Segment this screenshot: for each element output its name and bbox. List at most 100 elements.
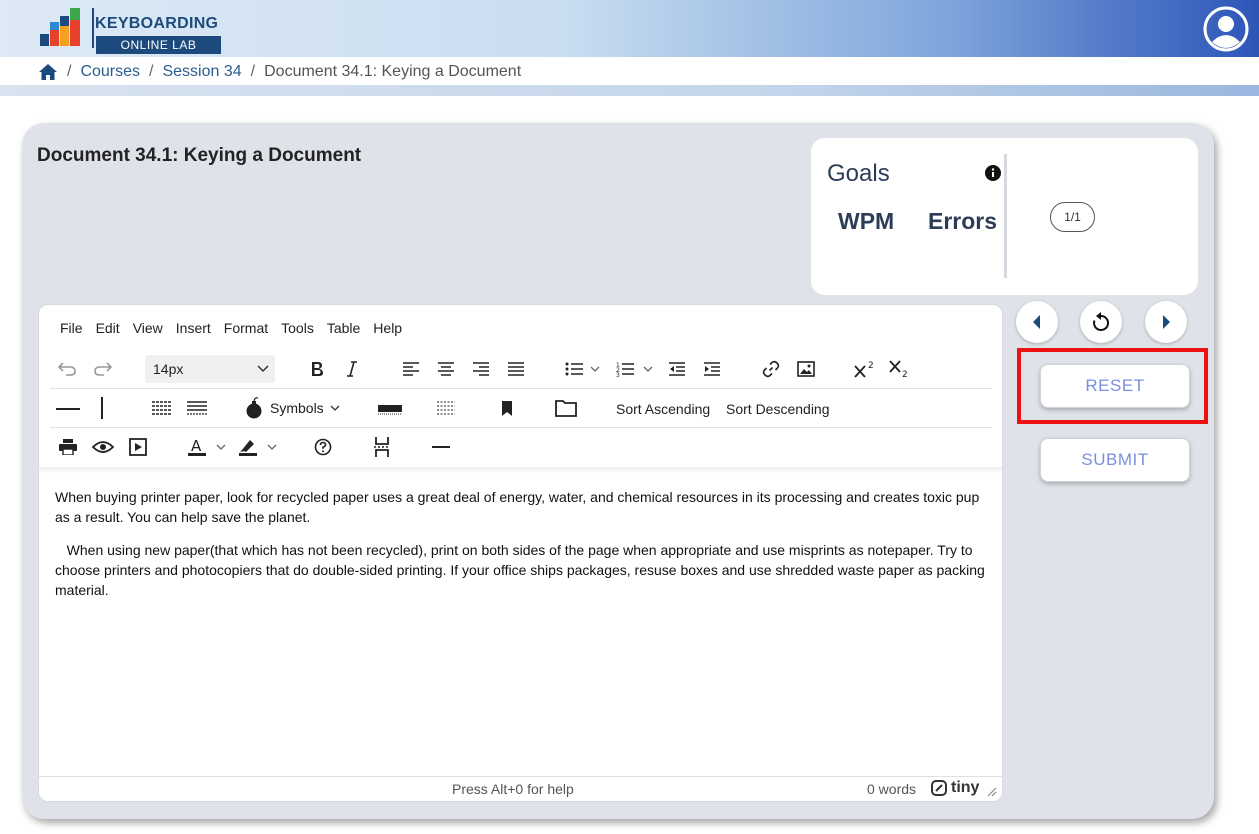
italic-icon [347,361,357,377]
lines-icon [187,401,207,415]
folder-button[interactable] [554,397,578,419]
chevron-down-icon [330,405,340,411]
content-paragraph: When buying printer paper, look for recy… [55,489,980,525]
link-icon [762,360,780,378]
preview-button[interactable] [91,436,115,458]
menu-file[interactable]: File [60,320,83,336]
bold-icon [312,362,323,376]
border-icon [378,405,402,415]
breadcrumb-courses[interactable]: Courses [80,63,140,81]
dotted-grid-icon [437,401,455,415]
vertical-line-icon [101,397,103,419]
play-icon [129,438,147,456]
superscript-button[interactable]: 2 [854,358,876,380]
help-icon [314,438,332,456]
outdent-button[interactable] [666,358,688,380]
breadcrumb-current: Document 34.1: Keying a Document [264,63,522,80]
caret-left-icon [1033,315,1040,329]
menu-help[interactable]: Help [373,320,402,336]
align-left-button[interactable] [400,358,422,380]
page-indicator: 1/1 [1050,202,1095,232]
goals-wpm-label: WPM [838,208,895,234]
tiny-brand-link[interactable]: tiny [931,779,979,797]
sort-ascending-button[interactable]: Sort Ascending [616,401,710,417]
next-button[interactable] [1145,301,1187,343]
link-button[interactable] [760,358,782,380]
italic-button[interactable] [341,358,363,380]
page-split-icon [374,437,390,457]
toolbar-divider [50,388,992,389]
text-color-button[interactable]: A [186,436,230,458]
justify-button[interactable] [505,358,527,380]
logo-divider [92,8,94,48]
page-break-icon [152,401,172,415]
user-avatar-icon[interactable] [1203,6,1249,52]
media-button[interactable] [127,436,149,458]
bullet-list-icon [565,362,600,376]
goals-divider [1004,154,1007,278]
nonbreaking-button[interactable] [185,398,209,418]
highlight-color-button[interactable] [237,436,281,458]
table-border-button[interactable] [378,398,402,418]
brand-line1: KEYBOARDING [95,15,219,32]
menu-tools[interactable]: Tools [281,320,314,336]
bold-button[interactable] [306,358,328,380]
symbols-label: Symbols [270,400,324,416]
logo-bars-icon [40,8,80,46]
bookmark-icon [502,400,512,416]
outdent-icon [669,362,685,376]
help-hint: Press Alt+0 for help [452,781,574,797]
subscript-button[interactable]: 2 [889,358,911,380]
brand-line2: ONLINE LAB [96,36,221,54]
redo-icon [94,362,112,376]
align-center-button[interactable] [435,358,457,380]
menu-view[interactable]: View [133,320,163,336]
page-break-button[interactable] [150,398,174,418]
font-size-select[interactable]: 14px [145,355,275,383]
caret-right-icon [1163,315,1170,329]
print-button[interactable] [57,436,79,458]
app-logo[interactable]: KEYBOARDING ONLINE LAB [40,8,225,54]
restart-button[interactable] [1080,301,1122,343]
editor-content[interactable]: When buying printer paper, look for recy… [55,487,990,613]
numbered-list-button[interactable]: 123 [615,358,655,380]
help-button[interactable] [312,436,334,458]
editor-menubar: File Edit View Insert Format Tools Table… [60,320,415,336]
toolbar-divider [50,427,992,428]
eye-icon [92,441,114,453]
home-icon[interactable] [38,63,58,81]
grid-button[interactable] [434,398,458,418]
align-right-icon [473,362,489,376]
menu-edit[interactable]: Edit [96,320,120,336]
align-right-button[interactable] [470,358,492,380]
anchor-button[interactable] [371,436,393,458]
breadcrumb-session[interactable]: Session 34 [162,63,241,81]
image-button[interactable] [795,358,817,380]
indent-button[interactable] [701,358,723,380]
bullet-list-button[interactable] [564,358,604,380]
horizontal-line-button[interactable] [56,398,80,420]
word-count[interactable]: 0 words [867,781,916,797]
hr-button[interactable] [430,436,452,458]
redo-button[interactable] [92,358,114,380]
menu-format[interactable]: Format [224,320,268,336]
submit-button[interactable]: SUBMIT [1040,438,1190,482]
sort-descending-button[interactable]: Sort Descending [726,401,830,417]
bookmark-button[interactable] [496,397,518,419]
previous-button[interactable] [1016,301,1058,343]
indent-icon [704,362,720,376]
breadcrumb-divider [0,85,1259,96]
vertical-line-button[interactable] [96,396,108,420]
tiny-logo-icon [931,780,947,796]
reset-button[interactable]: RESET [1040,364,1190,408]
info-icon[interactable] [985,165,1001,181]
horizontal-line-icon [56,408,80,410]
undo-button[interactable] [56,358,78,380]
menu-insert[interactable]: Insert [176,320,211,336]
resize-handle-icon[interactable] [987,787,997,797]
symbols-button[interactable]: Symbols [244,396,344,420]
page-title: Document 34.1: Keying a Document [37,145,362,166]
menu-table[interactable]: Table [327,320,360,336]
superscript-icon: 2 [854,361,874,378]
svg-text:2: 2 [868,361,874,371]
